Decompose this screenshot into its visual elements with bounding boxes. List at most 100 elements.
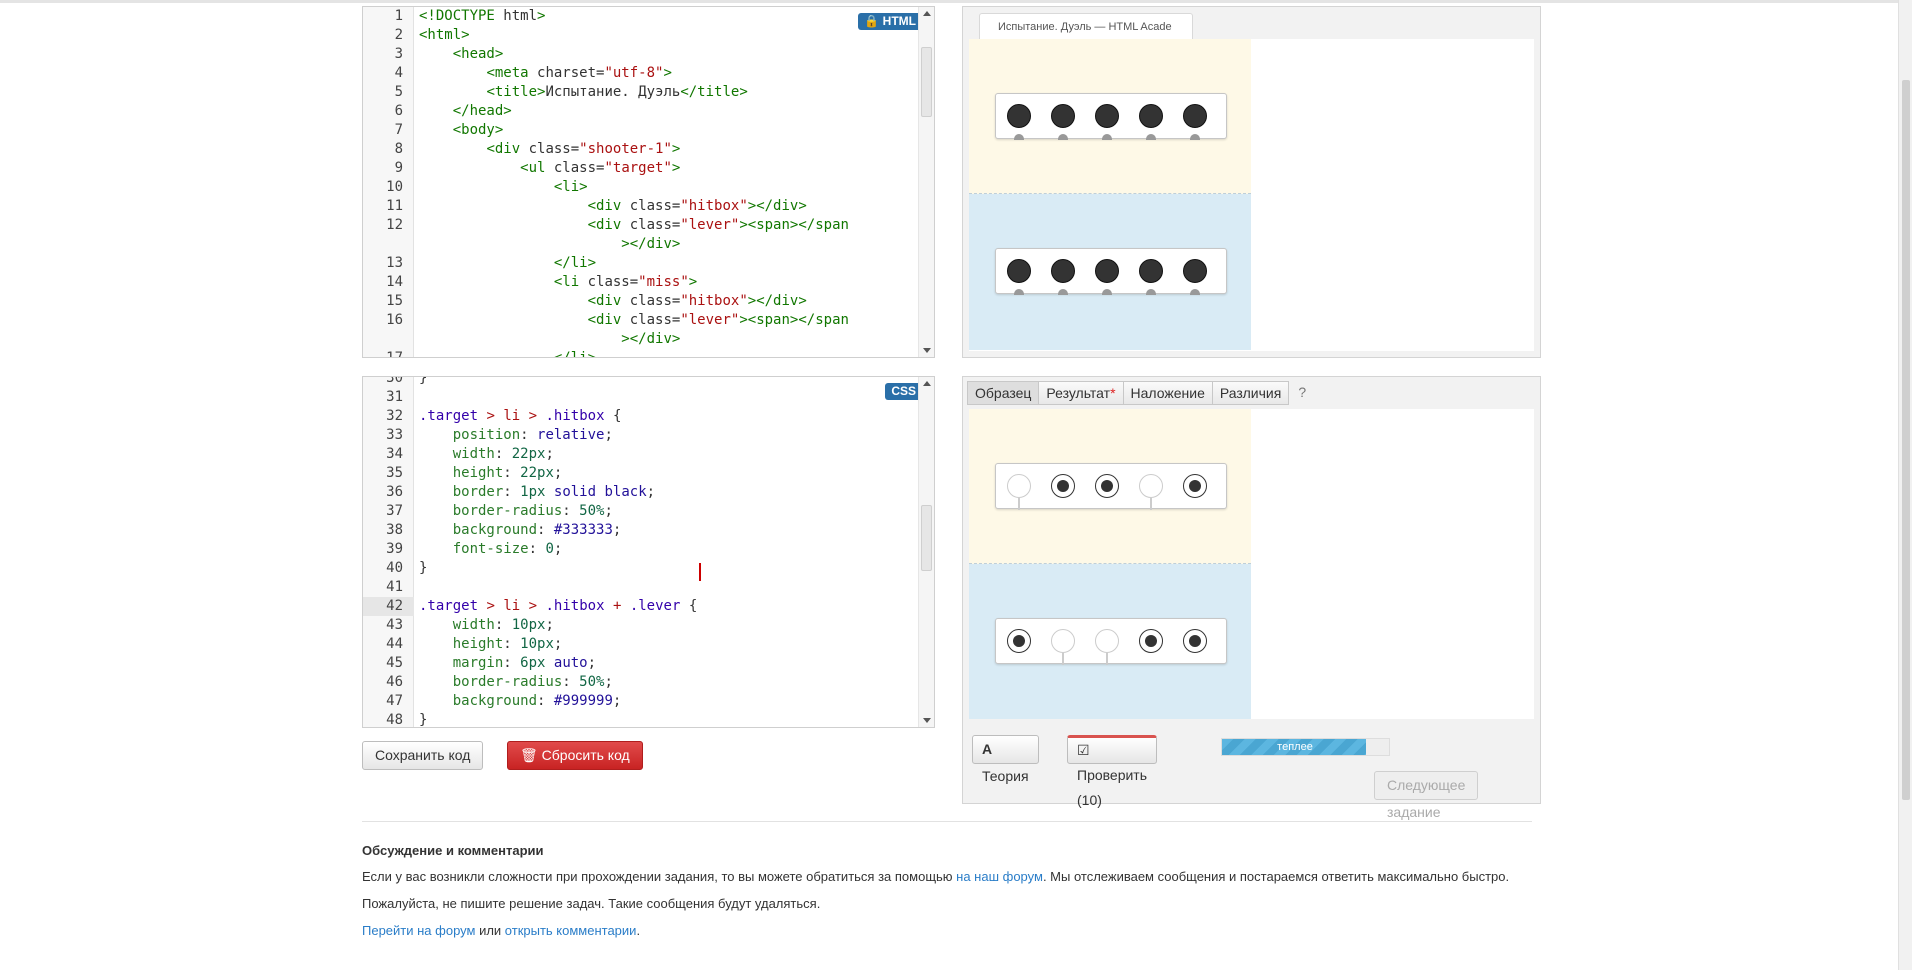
code-line[interactable]: 47 background: #999999; xyxy=(363,692,916,711)
code-line[interactable]: 8 <div class="shooter-1"> xyxy=(363,140,916,159)
code-text[interactable]: </li> xyxy=(419,349,596,357)
next-task-button[interactable]: Следующее задание xyxy=(1374,771,1479,820)
code-line[interactable]: 1 <!DOCTYPE html> xyxy=(363,7,916,26)
code-line[interactable]: 35 height: 22px; xyxy=(363,464,916,483)
code-text[interactable]: font-size: 0; xyxy=(419,540,563,559)
code-line[interactable]: 36 border: 1px solid black; xyxy=(363,483,916,502)
code-text[interactable]: <ul class="target"> xyxy=(419,159,680,178)
code-text[interactable]: height: 10px; xyxy=(419,635,563,654)
code-text[interactable]: .target > li > .hitbox + .lever { xyxy=(419,597,697,616)
code-line[interactable]: 43 width: 10px; xyxy=(363,616,916,635)
save-code-button[interactable]: Сохранить код xyxy=(362,741,484,770)
code-text[interactable]: ></div> xyxy=(419,235,680,254)
code-text[interactable]: } xyxy=(419,711,427,727)
code-line[interactable]: 33 position: relative; xyxy=(363,426,916,445)
code-line[interactable]: 5 <title>Испытание. Дуэль</title> xyxy=(363,83,916,102)
code-line[interactable]: 12 <div class="lever"><span></span xyxy=(363,216,916,235)
code-text[interactable]: } xyxy=(419,559,427,578)
scroll-thumb[interactable] xyxy=(921,505,932,571)
scroll-thumb[interactable] xyxy=(921,47,932,117)
css-editor-scrollbar[interactable] xyxy=(918,377,934,727)
reset-code-button[interactable]: 🗑 Сбросить код xyxy=(507,741,643,770)
code-text[interactable]: <div class="lever"><span></span xyxy=(419,311,849,330)
code-text[interactable]: <li> xyxy=(419,178,588,197)
preview-tab[interactable]: Испытание. Дуэль — HTML Acade xyxy=(979,13,1193,39)
code-text[interactable]: border-radius: 50%; xyxy=(419,673,613,692)
tab-различия[interactable]: Различия xyxy=(1211,381,1290,405)
code-line[interactable]: 16 <div class="lever"><span></span xyxy=(363,311,916,330)
code-line[interactable]: 40} xyxy=(363,559,916,578)
code-text[interactable]: background: #333333; xyxy=(419,521,622,540)
code-text[interactable]: <html> xyxy=(419,26,470,45)
tab-образец[interactable]: Образец xyxy=(967,381,1040,405)
code-line[interactable]: 2 <html> xyxy=(363,26,916,45)
code-text[interactable]: width: 22px; xyxy=(419,445,554,464)
page-scrollbar[interactable] xyxy=(1898,0,1912,970)
code-text[interactable]: .target > li > .hitbox { xyxy=(419,407,621,426)
code-text[interactable]: height: 22px; xyxy=(419,464,563,483)
tab-результат[interactable]: Результат* xyxy=(1038,381,1124,405)
code-line[interactable]: ></div> xyxy=(363,330,916,349)
code-text[interactable]: <div class="hitbox"></div> xyxy=(419,292,807,311)
code-text[interactable]: margin: 6px auto; xyxy=(419,654,596,673)
code-line[interactable]: 42 .target > li > .hitbox + .lever { xyxy=(363,597,916,616)
theory-button[interactable]: A Теория xyxy=(972,735,1039,784)
scroll-up-icon[interactable] xyxy=(923,381,931,386)
css-code-lines[interactable]: 30} 31 32 .target > li > .hitbox {33 positi… xyxy=(363,377,916,727)
code-text[interactable]: position: relative; xyxy=(419,426,613,445)
code-line[interactable]: 48} xyxy=(363,711,916,727)
code-text[interactable]: <!DOCTYPE html> xyxy=(419,7,545,26)
code-line[interactable]: 10 <li> xyxy=(363,178,916,197)
tab-наложение[interactable]: Наложение xyxy=(1122,381,1213,405)
html-editor-scrollbar[interactable] xyxy=(918,7,934,357)
code-text[interactable]: width: 10px; xyxy=(419,616,554,635)
scroll-down-icon[interactable] xyxy=(923,348,931,353)
code-line[interactable]: 11 <div class="hitbox"></div> xyxy=(363,197,916,216)
code-text[interactable]: border: 1px solid black; xyxy=(419,483,655,502)
code-line[interactable]: 41 xyxy=(363,578,916,597)
code-line[interactable]: 38 background: #333333; xyxy=(363,521,916,540)
code-line[interactable]: 39 font-size: 0; xyxy=(363,540,916,559)
code-line[interactable]: 7 <body> xyxy=(363,121,916,140)
code-line[interactable]: 30} xyxy=(363,377,916,388)
code-line[interactable]: 15 <div class="hitbox"></div> xyxy=(363,292,916,311)
code-line[interactable]: 4 <meta charset="utf-8"> xyxy=(363,64,916,83)
scroll-up-icon[interactable] xyxy=(923,11,931,16)
css-editor[interactable]: 30} 31 32 .target > li > .hitbox {33 positi… xyxy=(362,376,935,728)
code-line[interactable]: 34 width: 22px; xyxy=(363,445,916,464)
code-text[interactable]: <div class="hitbox"></div> xyxy=(419,197,807,216)
code-line[interactable]: ></div> xyxy=(363,235,916,254)
code-line[interactable]: 14 <li class="miss"> xyxy=(363,273,916,292)
page-scroll-thumb[interactable] xyxy=(1902,80,1910,800)
code-text[interactable]: <meta charset="utf-8"> xyxy=(419,64,671,83)
forum-link[interactable]: на наш форум xyxy=(956,869,1043,884)
code-line[interactable]: 45 margin: 6px auto; xyxy=(363,654,916,673)
code-line[interactable]: 9 <ul class="target"> xyxy=(363,159,916,178)
scroll-down-icon[interactable] xyxy=(923,718,931,723)
code-text[interactable]: <div class="shooter-1"> xyxy=(419,140,680,159)
code-line[interactable]: 13 </li> xyxy=(363,254,916,273)
code-line[interactable]: 3 <head> xyxy=(363,45,916,64)
code-line[interactable]: 37 border-radius: 50%; xyxy=(363,502,916,521)
code-line[interactable]: 46 border-radius: 50%; xyxy=(363,673,916,692)
code-line[interactable]: 6 </head> xyxy=(363,102,916,121)
code-text[interactable]: </li> xyxy=(419,254,596,273)
go-to-forum-link[interactable]: Перейти на форум xyxy=(362,923,475,938)
check-button[interactable]: ☑ Проверить (10) xyxy=(1067,735,1158,808)
tab-?[interactable]: ? xyxy=(1288,381,1316,405)
code-text[interactable]: ></div> xyxy=(419,330,680,349)
html-editor[interactable]: 1 <!DOCTYPE html> 2 <html> 3 <head> 4 <meta c… xyxy=(362,6,935,358)
code-line[interactable]: 32 .target > li > .hitbox { xyxy=(363,407,916,426)
code-text[interactable]: </head> xyxy=(419,102,512,121)
code-line[interactable]: 31 xyxy=(363,388,916,407)
code-text[interactable]: <body> xyxy=(419,121,504,140)
code-text[interactable]: } xyxy=(419,377,427,388)
code-line[interactable]: 17 </li> xyxy=(363,349,916,357)
code-text[interactable]: <title>Испытание. Дуэль</title> xyxy=(419,83,747,102)
code-text[interactable]: <div class="lever"><span></span xyxy=(419,216,849,235)
code-text[interactable]: background: #999999; xyxy=(419,692,622,711)
html-code-lines[interactable]: 1 <!DOCTYPE html> 2 <html> 3 <head> 4 <meta c… xyxy=(363,7,916,357)
open-comments-link[interactable]: открыть комментарии xyxy=(505,923,637,938)
code-line[interactable]: 44 height: 10px; xyxy=(363,635,916,654)
code-text[interactable]: <li class="miss"> xyxy=(419,273,697,292)
